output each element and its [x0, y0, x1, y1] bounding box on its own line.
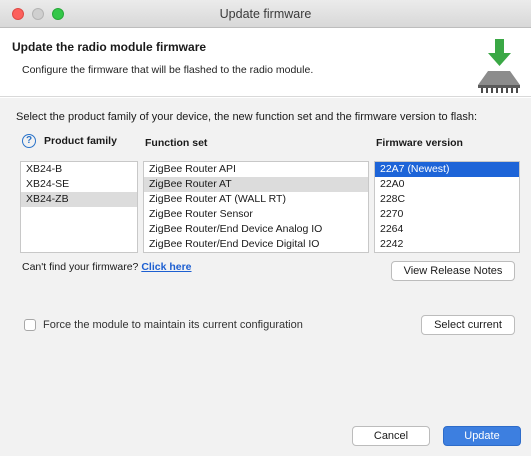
help-icon[interactable]: ?	[22, 134, 36, 148]
firmware-version-item[interactable]: 2242	[375, 237, 519, 252]
product-family-header: ? Product family	[22, 134, 117, 148]
header-title: Update the radio module firmware	[12, 40, 207, 54]
firmware-download-icon	[478, 39, 520, 93]
firmware-version-item[interactable]: 2270	[375, 207, 519, 222]
cancel-button[interactable]: Cancel	[352, 426, 430, 446]
firmware-version-header: Firmware version	[376, 137, 463, 149]
cant-find-firmware: Can't find your firmware? Click here	[22, 261, 192, 273]
firmware-version-item-selected[interactable]: 22A7 (Newest)	[375, 162, 519, 177]
product-family-item[interactable]: XB24-B	[21, 162, 137, 177]
function-set-item[interactable]: ZigBee Router AT (WALL RT)	[144, 192, 368, 207]
window-title: Update firmware	[219, 7, 312, 21]
firmware-version-list[interactable]: 22A7 (Newest) 22A0 228C 2270 2264 2242	[374, 161, 520, 253]
firmware-version-item[interactable]: 22A0	[375, 177, 519, 192]
header-subtitle: Configure the firmware that will be flas…	[22, 64, 314, 76]
view-release-notes-button[interactable]: View Release Notes	[391, 261, 515, 281]
product-family-item-selected[interactable]: XB24-ZB	[21, 192, 137, 207]
force-configuration-checkbox[interactable]	[24, 319, 36, 332]
function-set-header: Function set	[145, 137, 208, 149]
click-here-link[interactable]: Click here	[141, 261, 191, 273]
product-family-item[interactable]: XB24-SE	[21, 177, 137, 192]
function-set-item[interactable]: ZigBee Router/End Device Analog IO	[144, 222, 368, 237]
force-configuration-option[interactable]: Force the module to maintain its current…	[24, 319, 303, 332]
function-set-item-selected[interactable]: ZigBee Router AT	[144, 177, 368, 192]
cant-find-text: Can't find your firmware?	[22, 261, 139, 273]
function-set-item[interactable]: ZigBee Router/End Device Digital IO	[144, 237, 368, 252]
product-family-header-label: Product family	[44, 134, 117, 147]
function-set-item[interactable]: ZigBee Router API	[144, 162, 368, 177]
instruction-text: Select the product family of your device…	[16, 111, 478, 123]
firmware-version-item[interactable]: 2264	[375, 222, 519, 237]
function-set-item[interactable]: ZigBee Router Sensor	[144, 207, 368, 222]
select-current-button[interactable]: Select current	[421, 315, 515, 335]
force-configuration-label: Force the module to maintain its current…	[43, 319, 303, 331]
function-set-list[interactable]: ZigBee Router API ZigBee Router AT ZigBe…	[143, 161, 369, 253]
update-button[interactable]: Update	[443, 426, 521, 446]
dialog-header: Update the radio module firmware Configu…	[0, 29, 531, 97]
title-bar: Update firmware	[0, 0, 531, 28]
product-family-list[interactable]: XB24-B XB24-SE XB24-ZB	[20, 161, 138, 253]
dialog-content: Select the product family of your device…	[0, 98, 531, 456]
firmware-version-item[interactable]: 228C	[375, 192, 519, 207]
